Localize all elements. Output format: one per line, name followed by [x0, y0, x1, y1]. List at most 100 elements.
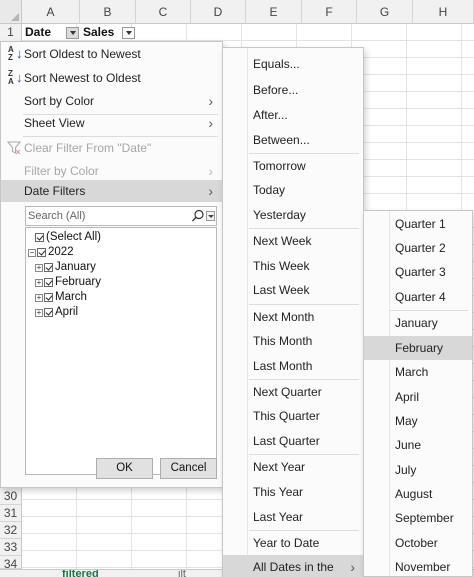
period-quarter-3[interactable]: Quarter 3 — [364, 260, 472, 284]
period-month-march[interactable]: March — [364, 360, 472, 384]
date-filter-today[interactable]: Today — [223, 178, 363, 202]
menu-item-label: Sheet View — [24, 116, 85, 130]
clear-filter[interactable]: Clear Filter From "Date" — [1, 137, 222, 159]
menu-item-label: All Dates in the Period — [253, 560, 334, 574]
checkbox[interactable] — [44, 263, 53, 272]
row-header[interactable]: 34 — [0, 556, 22, 571]
date-filter-after[interactable]: After... — [223, 103, 363, 127]
select-all-corner[interactable] — [0, 0, 22, 24]
period-month-november[interactable]: November — [364, 555, 472, 577]
cancel-button[interactable]: Cancel — [160, 458, 217, 479]
checkbox[interactable] — [37, 248, 46, 257]
date-filter-dropdown-button[interactable] — [66, 27, 79, 39]
period-month-february[interactable]: February — [364, 336, 472, 360]
period-month-october[interactable]: October — [364, 531, 472, 555]
date-filter-last-year[interactable]: Last Year — [223, 505, 363, 529]
chevron-right-icon: › — [208, 183, 213, 199]
sort-oldest-to-newest[interactable]: A Z ↓ Sort Oldest to Newest — [1, 43, 222, 65]
chevron-right-icon: › — [208, 163, 213, 179]
column-header[interactable]: A — [22, 0, 80, 24]
tree-item-label: March — [55, 291, 87, 303]
column-header[interactable]: E — [246, 0, 302, 24]
date-filter-this-week[interactable]: This Week — [223, 254, 363, 278]
filter-by-color[interactable]: Filter by Color › — [1, 160, 222, 182]
menu-item-label: Sort by Color — [24, 94, 95, 108]
filter-search-box[interactable] — [25, 206, 217, 226]
date-filter-next-week[interactable]: Next Week — [223, 229, 363, 253]
column-header[interactable]: F — [302, 0, 357, 24]
sort-by-color[interactable]: Sort by Color › — [1, 90, 222, 112]
date-filter-yesterday[interactable]: Yesterday — [223, 203, 363, 227]
search-input[interactable] — [28, 208, 188, 224]
date-filter-between[interactable]: Between... — [223, 128, 363, 152]
period-month-september[interactable]: September — [364, 506, 472, 530]
tree-item-month[interactable]: + January — [35, 260, 96, 275]
search-options-dropdown[interactable] — [206, 211, 215, 221]
period-month-may[interactable]: May — [364, 409, 472, 433]
expand-toggle[interactable]: + — [35, 308, 43, 317]
search-icon[interactable] — [191, 209, 205, 223]
row-header[interactable]: 32 — [0, 522, 22, 539]
tree-item-label: April — [55, 306, 79, 318]
checkbox[interactable] — [44, 308, 53, 317]
date-filter-year-to-date[interactable]: Year to Date — [223, 531, 363, 555]
date-filter-last-month[interactable]: Last Month — [223, 354, 363, 378]
date-filter-next-year[interactable]: Next Year — [223, 455, 363, 479]
row-header[interactable]: 30 — [0, 488, 22, 505]
sort-descending-icon: Z A ↓ — [8, 69, 23, 86]
period-quarter-2[interactable]: Quarter 2 — [364, 236, 472, 260]
sheet-tab[interactable]: filtered — [62, 570, 142, 577]
tree-item-month[interactable]: + February — [35, 275, 101, 290]
row-header[interactable]: 33 — [0, 539, 22, 556]
column-header[interactable]: H — [413, 0, 474, 24]
date-filter-all-dates-in-period[interactable]: All Dates in the Period › — [223, 555, 363, 577]
period-month-january[interactable]: January — [364, 311, 472, 335]
period-month-august[interactable]: August — [364, 482, 472, 506]
chevron-right-icon: › — [350, 559, 355, 575]
sort-ascending-icon: A Z ↓ — [8, 45, 23, 62]
period-month-july[interactable]: July — [364, 458, 472, 482]
period-quarter-4[interactable]: Quarter 4 — [364, 285, 472, 309]
checkbox[interactable] — [35, 233, 44, 242]
period-submenu: Quarter 1 Quarter 2 Quarter 3 Quarter 4 … — [363, 210, 473, 577]
date-filters-submenu: Equals... Before... After... Between... … — [222, 47, 364, 577]
date-filters[interactable]: Date Filters › — [1, 180, 222, 202]
checkbox[interactable] — [44, 278, 53, 287]
date-filter-this-year[interactable]: This Year — [223, 480, 363, 504]
tree-item-month[interactable]: + April — [35, 305, 78, 320]
column-header[interactable]: B — [80, 0, 136, 24]
column-header[interactable]: C — [136, 0, 191, 24]
tree-item-label: (Select All) — [46, 231, 101, 243]
tree-item-year[interactable]: − 2022 — [28, 245, 74, 260]
period-quarter-1[interactable]: Quarter 1 — [364, 212, 472, 236]
column-header[interactable]: D — [191, 0, 246, 24]
expand-toggle[interactable]: + — [35, 263, 43, 272]
checkbox[interactable] — [44, 293, 53, 302]
date-filter-tomorrow[interactable]: Tomorrow — [223, 154, 363, 178]
period-month-june[interactable]: June — [364, 433, 472, 457]
menu-item-label: Sort Newest to Oldest — [24, 71, 141, 85]
row-header[interactable]: 1 — [0, 24, 22, 42]
sheet-tab[interactable]: ilt — [178, 570, 208, 577]
column-header[interactable]: G — [357, 0, 413, 24]
date-filter-last-quarter[interactable]: Last Quarter — [223, 429, 363, 453]
expand-toggle[interactable]: + — [35, 278, 43, 287]
chevron-down-icon — [125, 31, 132, 35]
date-filter-equals[interactable]: Equals... — [223, 52, 363, 76]
period-month-april[interactable]: April — [364, 385, 472, 409]
row-header[interactable]: 31 — [0, 505, 22, 522]
tree-item-month[interactable]: + March — [35, 290, 87, 305]
ok-button[interactable]: OK — [96, 458, 153, 479]
date-filter-before[interactable]: Before... — [223, 78, 363, 102]
tree-item-select-all[interactable]: (Select All) — [35, 230, 101, 245]
expand-toggle[interactable]: + — [35, 293, 43, 302]
sheet-view[interactable]: Sheet View › — [1, 112, 222, 134]
date-filter-this-quarter[interactable]: This Quarter — [223, 404, 363, 428]
sales-filter-dropdown-button[interactable] — [122, 27, 135, 39]
collapse-toggle[interactable]: − — [28, 248, 36, 257]
date-filter-this-month[interactable]: This Month — [223, 329, 363, 353]
date-filter-next-month[interactable]: Next Month — [223, 305, 363, 329]
date-filter-next-quarter[interactable]: Next Quarter — [223, 380, 363, 404]
date-filter-last-week[interactable]: Last Week — [223, 278, 363, 302]
sort-newest-to-oldest[interactable]: Z A ↓ Sort Newest to Oldest — [1, 67, 222, 89]
